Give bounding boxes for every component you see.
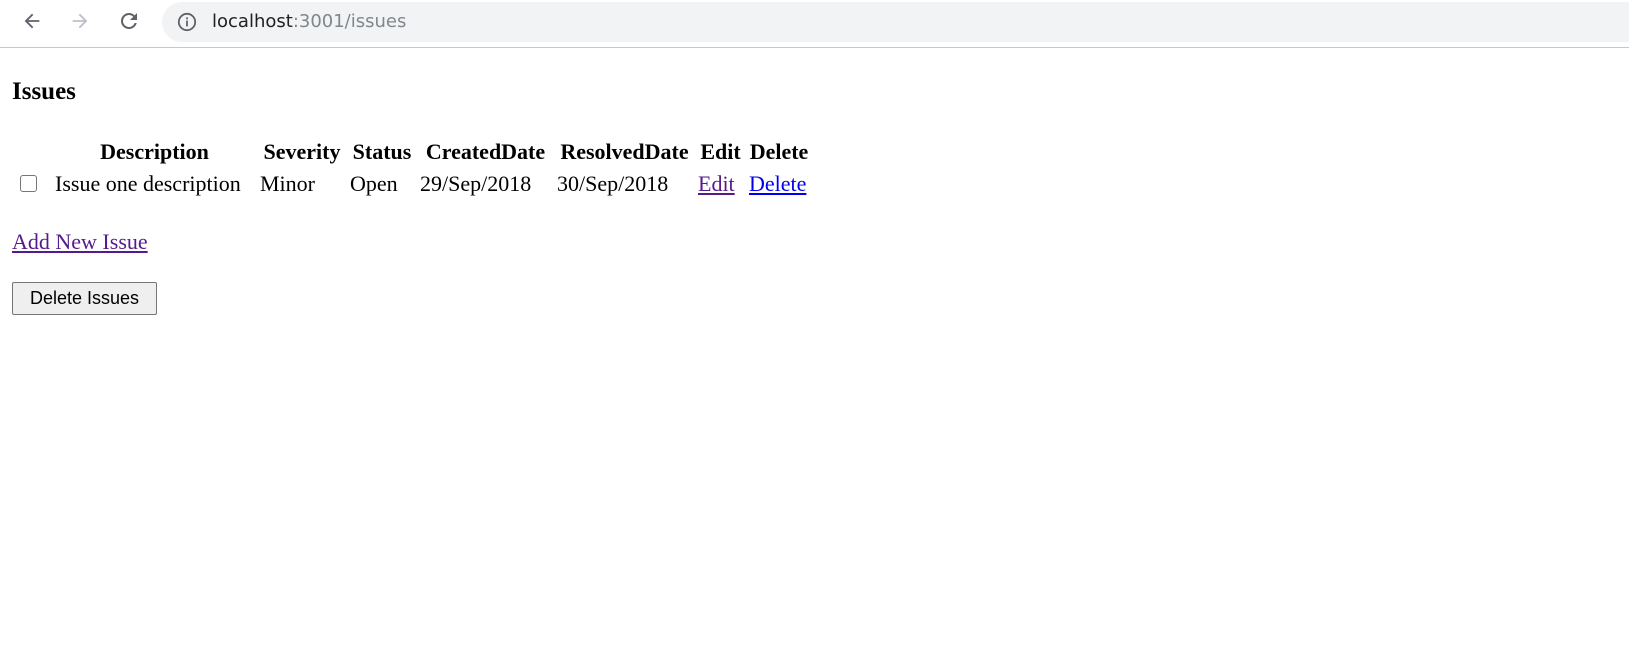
issues-table: Description Severity Status CreatedDate … — [12, 137, 812, 199]
arrow-left-icon — [24, 13, 40, 29]
header-severity: Severity — [263, 139, 341, 164]
cell-resolved-date: 30/Sep/2018 — [557, 171, 669, 196]
cell-description: Issue one description — [55, 171, 241, 196]
header-created-date: CreatedDate — [425, 139, 546, 164]
header-delete: Delete — [749, 139, 809, 164]
url-path: :3001/issues — [292, 11, 407, 32]
arrow-right-icon — [72, 13, 88, 29]
cell-severity: Minor — [260, 171, 315, 196]
cell-edit: Edit — [695, 168, 746, 199]
header-status: Status — [352, 139, 412, 164]
row-select-cell — [12, 168, 52, 199]
edit-link[interactable]: Edit — [698, 171, 735, 196]
url-host: localhost — [212, 11, 293, 32]
add-new-issue-link[interactable]: Add New Issue — [12, 229, 148, 255]
row-checkbox[interactable] — [20, 175, 37, 193]
header-select — [12, 137, 52, 168]
cell-status: Open — [350, 171, 398, 196]
url-text[interactable]: localhost:3001/issues — [212, 11, 406, 33]
browser-toolbar: localhost:3001/issues — [0, 0, 1629, 48]
header-resolved-date: ResolvedDate — [560, 139, 689, 164]
info-icon[interactable] — [177, 12, 197, 32]
delete-issues-button[interactable]: Delete Issues — [12, 282, 157, 315]
forward-button[interactable] — [65, 6, 95, 36]
reload-icon — [120, 12, 137, 29]
page-content: Issues Description Severity Status Creat… — [0, 49, 1629, 667]
header-description: Description — [100, 139, 209, 164]
table-row: Issue one description Minor Open 29/Sep/… — [12, 168, 812, 199]
reload-button[interactable] — [114, 6, 144, 36]
delete-link[interactable]: Delete — [749, 171, 806, 196]
back-button[interactable] — [17, 6, 47, 36]
cell-created-date: 29/Sep/2018 — [420, 171, 532, 196]
table-header-row: Description Severity Status CreatedDate … — [12, 137, 812, 168]
cell-delete: Delete — [746, 168, 812, 199]
page-title: Issues — [12, 78, 76, 105]
header-edit: Edit — [700, 139, 741, 164]
address-bar[interactable]: localhost:3001/issues — [162, 2, 1629, 42]
